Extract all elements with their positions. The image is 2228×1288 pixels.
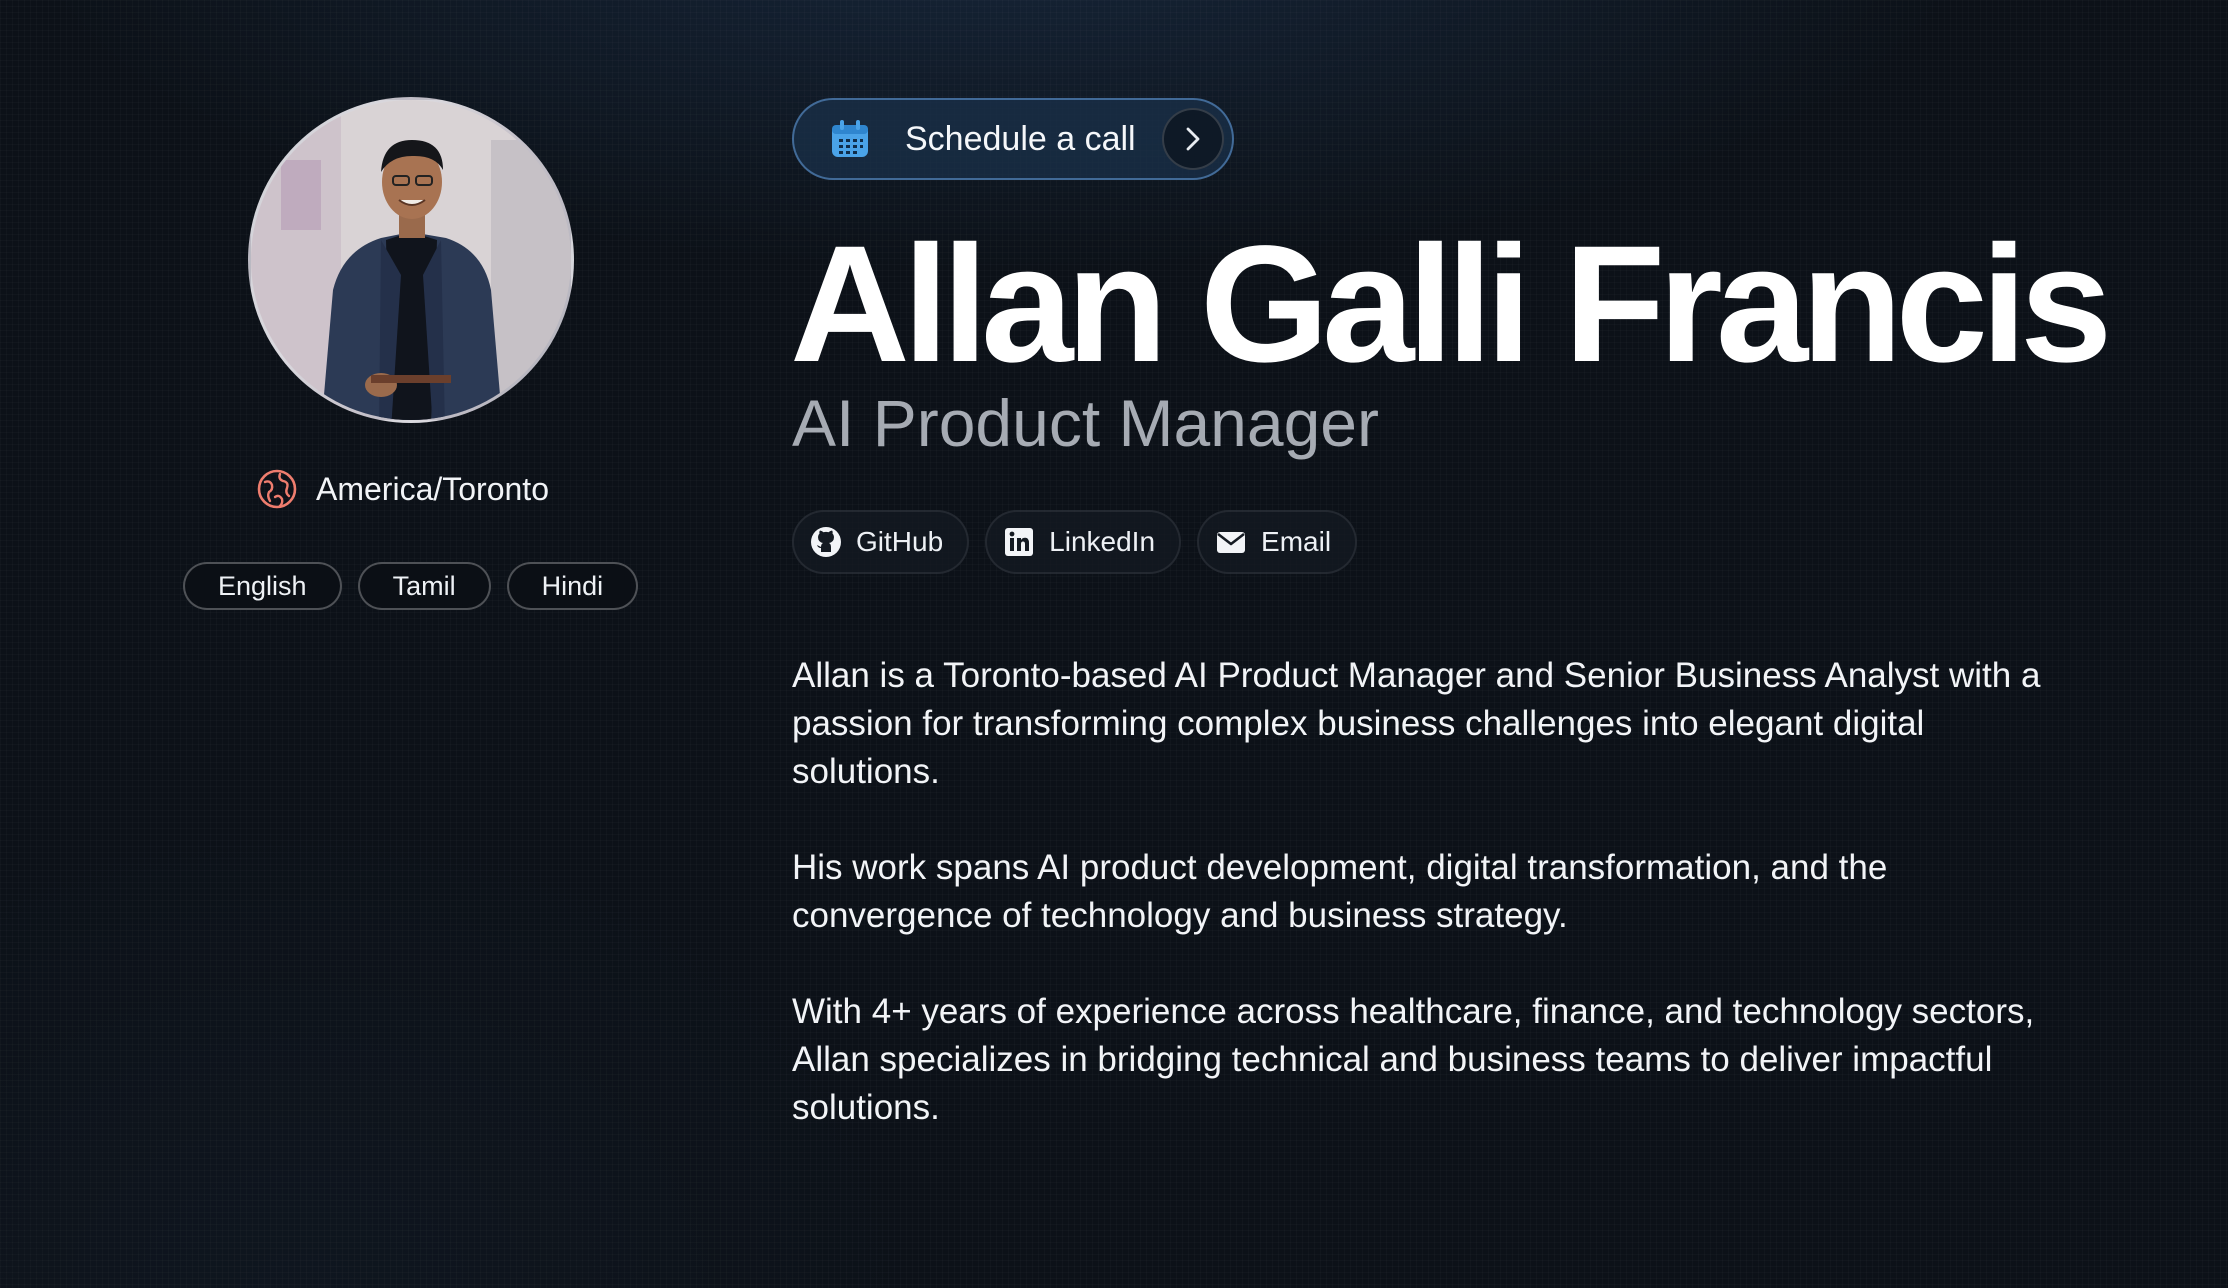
language-chip-english: English (183, 562, 342, 610)
language-list: English Tamil Hindi (183, 562, 639, 610)
location-text: America/Toronto (316, 470, 549, 507)
schedule-call-button[interactable]: Schedule a call (792, 98, 1234, 180)
profile-photo (251, 100, 571, 420)
calendar-icon (832, 120, 868, 157)
language-chip-hindi: Hindi (506, 562, 639, 610)
bio-paragraph: His work spans AI product development, d… (792, 848, 1888, 935)
bio-paragraph: Allan is a Toronto-based AI Product Mana… (792, 656, 2041, 791)
mail-icon (1217, 532, 1246, 553)
github-label: GitHub (856, 526, 944, 557)
globe-icon (257, 469, 297, 509)
email-label: Email (1261, 526, 1332, 557)
profile-name: Allan Galli Francis (790, 212, 2112, 397)
github-link[interactable]: GitHub (792, 510, 970, 574)
language-chip-tamil: Tamil (357, 562, 491, 610)
linkedin-label: LinkedIn (1049, 526, 1156, 557)
chevron-right-icon (1162, 108, 1224, 170)
linkedin-icon (1005, 528, 1034, 556)
linkedin-link[interactable]: LinkedIn (985, 510, 1182, 574)
schedule-call-label: Schedule a call (905, 119, 1136, 158)
bio-paragraph: With 4+ years of experience across healt… (792, 992, 2035, 1127)
location: America/Toronto (256, 468, 549, 510)
avatar (248, 97, 574, 423)
bio-section: Allan is a Toronto-based AI Product Mana… (792, 652, 2072, 1180)
profile-role: AI Product Manager (792, 386, 1379, 460)
social-links: GitHub LinkedIn Email (792, 510, 1358, 574)
email-link[interactable]: Email (1197, 510, 1358, 574)
github-icon (811, 527, 841, 557)
